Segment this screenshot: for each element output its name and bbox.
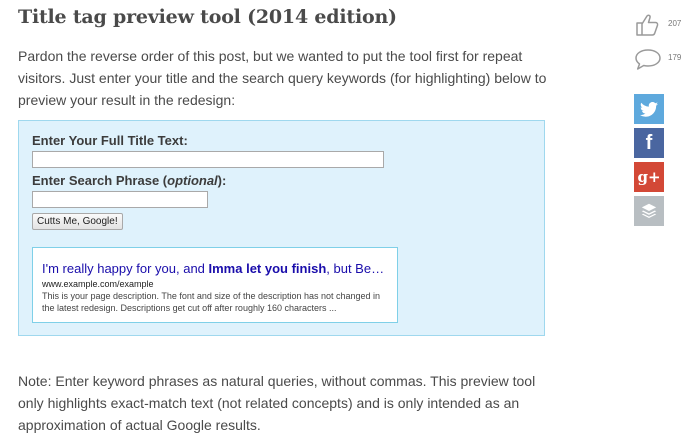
preview-result-description: This is your page description. The font … [42,291,381,313]
comments-counter[interactable]: 179 [634,47,700,71]
thumbs-up-icon [636,14,659,36]
facebook-share-button[interactable]: f [634,128,664,158]
preview-title-after: , but Beyonc... [326,261,388,276]
page-title: Title tag preview tool (2014 edition) [18,6,397,28]
note-paragraph: Note: Enter keyword phrases as natural q… [18,373,536,433]
search-phrase-label-end: ): [217,173,227,188]
comment-icon [635,49,661,70]
google-plus-share-button[interactable]: g+ [634,162,664,192]
preview-result-url: www.example.com/example [42,279,154,289]
search-phrase-label-optional: optional [167,173,218,188]
facebook-icon: f [645,131,653,154]
title-preview-tool: Enter Your Full Title Text: Enter Search… [18,120,545,336]
preview-title-highlight: Imma let you finish [208,261,327,276]
likes-counter[interactable]: 207 [634,13,700,37]
intro-paragraph: Pardon the reverse order of this post, b… [18,48,547,108]
twitter-share-button[interactable] [634,94,664,124]
buffer-icon [641,203,657,219]
preview-result-title[interactable]: I'm really happy for you, and Imma let y… [42,260,388,277]
title-text-label: Enter Your Full Title Text: [32,133,188,148]
search-phrase-label: Enter Search Phrase (optional): [32,173,226,188]
search-result-preview: I'm really happy for you, and Imma let y… [32,247,398,323]
comments-count: 179 [668,53,682,62]
twitter-icon [640,101,658,117]
google-plus-icon: g+ [637,168,661,186]
likes-count: 207 [668,19,682,28]
buffer-share-button[interactable] [634,196,664,226]
search-phrase-label-main: Enter Search Phrase ( [32,173,168,188]
search-phrase-input[interactable] [32,191,208,208]
title-text-input[interactable] [32,151,384,168]
cutts-me-google-button[interactable]: Cutts Me, Google! [32,213,123,230]
preview-title-before: I'm really happy for you, and [42,261,209,276]
